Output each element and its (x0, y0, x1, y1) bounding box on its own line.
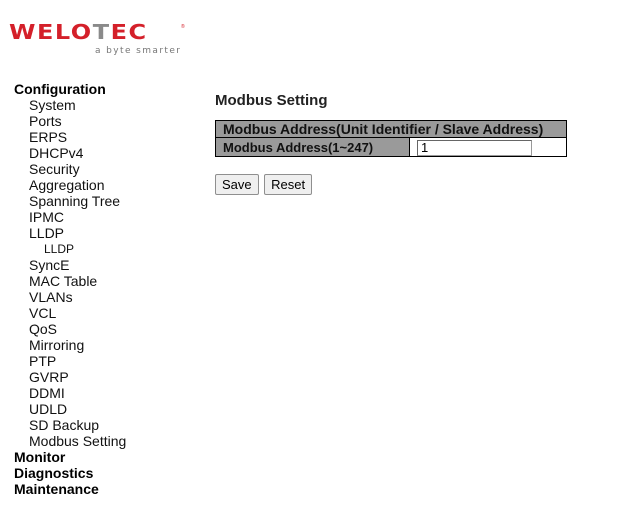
logo-word-t: T (92, 20, 111, 45)
modbus-address-label: Modbus Address(1~247) (215, 137, 410, 157)
table-header-row: Modbus Address(Unit Identifier / Slave A… (215, 120, 567, 138)
logo-word-suffix: EC (110, 20, 148, 45)
nav-item-security[interactable]: Security (14, 161, 194, 177)
nav-item-vlans[interactable]: VLANs (14, 289, 194, 305)
nav-item-dhcpv4[interactable]: DHCPv4 (14, 145, 194, 161)
nav-item-lldp[interactable]: LLDP (14, 225, 194, 241)
form-buttons: Save Reset (215, 174, 313, 195)
nav-item-spanning-tree[interactable]: Spanning Tree (14, 193, 194, 209)
nav-group-maintenance[interactable]: Maintenance (14, 481, 194, 497)
reset-button[interactable]: Reset (264, 174, 313, 195)
modbus-address-input[interactable] (417, 139, 532, 156)
modbus-address-table: Modbus Address(Unit Identifier / Slave A… (215, 120, 567, 157)
table-row: Modbus Address(1~247) (215, 137, 567, 157)
main-content: Modbus Setting Modbus Address(Unit Ident… (215, 90, 567, 195)
nav-item-sd-backup[interactable]: SD Backup (14, 417, 194, 433)
nav-item-ddmi[interactable]: DDMI (14, 385, 194, 401)
nav-item-qos[interactable]: QoS (14, 321, 194, 337)
table-header: Modbus Address(Unit Identifier / Slave A… (215, 120, 567, 138)
logo-wordmark: WELOTEC (9, 22, 148, 42)
nav-subitem-lldp[interactable]: LLDP (14, 241, 194, 257)
logo-tagline: a byte smarter (95, 46, 182, 56)
nav-item-synce[interactable]: SyncE (14, 257, 194, 273)
nav-item-ports[interactable]: Ports (14, 113, 194, 129)
sidebar-nav: Configuration System Ports ERPS DHCPv4 S… (14, 81, 194, 497)
logo-word-prefix: WELO (9, 20, 93, 45)
modbus-address-cell (409, 137, 567, 157)
welotec-logo: WELOTEC ® a byte smarter (9, 22, 189, 60)
nav-item-mac-table[interactable]: MAC Table (14, 273, 194, 289)
page-title: Modbus Setting (215, 92, 328, 109)
nav-group-monitor[interactable]: Monitor (14, 449, 194, 465)
save-button[interactable]: Save (215, 174, 259, 195)
nav-item-system[interactable]: System (14, 97, 194, 113)
nav-item-udld[interactable]: UDLD (14, 401, 194, 417)
nav-item-aggregation[interactable]: Aggregation (14, 177, 194, 193)
nav-item-ipmc[interactable]: IPMC (14, 209, 194, 225)
nav-group-configuration[interactable]: Configuration (14, 81, 194, 97)
nav-item-erps[interactable]: ERPS (14, 129, 194, 145)
registered-mark: ® (181, 24, 185, 30)
nav-item-modbus-setting[interactable]: Modbus Setting (14, 433, 194, 449)
nav-group-diagnostics[interactable]: Diagnostics (14, 465, 194, 481)
nav-item-gvrp[interactable]: GVRP (14, 369, 194, 385)
nav-item-vcl[interactable]: VCL (14, 305, 194, 321)
nav-item-ptp[interactable]: PTP (14, 353, 194, 369)
nav-item-mirroring[interactable]: Mirroring (14, 337, 194, 353)
